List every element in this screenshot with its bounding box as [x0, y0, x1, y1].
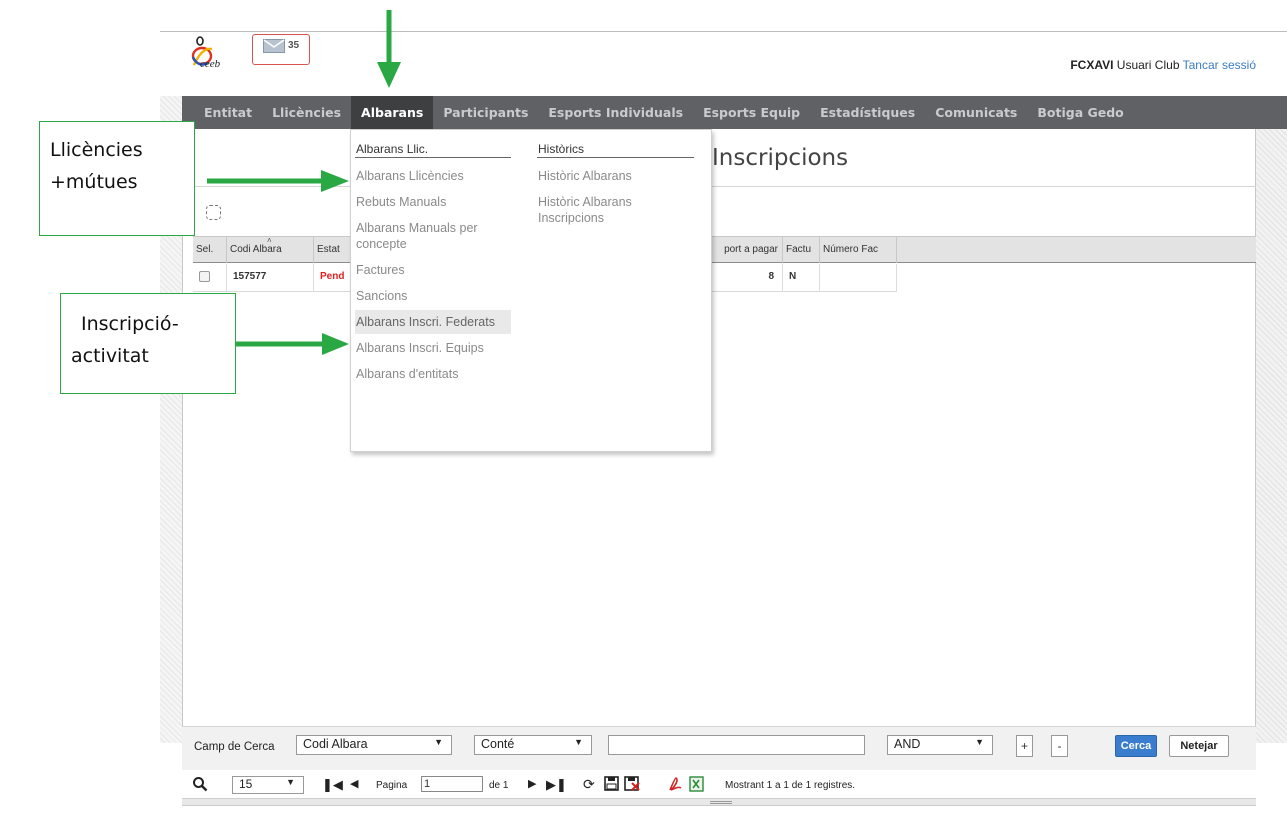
user-role: Usuari Club	[1116, 58, 1180, 72]
pager-bar	[182, 770, 1256, 799]
last-page-icon[interactable]: ▶❚	[546, 777, 567, 793]
page-title: Inscripcions	[712, 145, 849, 171]
annotation-text: Inscripció-	[81, 313, 179, 335]
prev-page-icon[interactable]: ◀	[350, 777, 358, 790]
nav-albarans[interactable]: Albarans	[351, 96, 434, 129]
clear-button[interactable]: Netejar	[1169, 735, 1229, 757]
mail-count: 35	[287, 40, 300, 51]
dropdown-arrow-icon: ▼	[286, 777, 295, 787]
logo-text: ceeb	[200, 58, 221, 70]
menu-rebuts-manuals[interactable]: Rebuts Manuals	[355, 190, 511, 214]
dropdown-header-albarans-llic: Albarans Llic.	[355, 142, 511, 158]
search-logic-value: AND	[894, 737, 921, 751]
menu-factures[interactable]: Factures	[355, 258, 511, 282]
cell-factura: N	[783, 264, 820, 292]
annotation-arrow-right	[207, 170, 349, 192]
nav-esports-individuals[interactable]: Esports Individuals	[538, 96, 693, 129]
menu-albarans-llicencies[interactable]: Albarans Llicències	[355, 164, 511, 188]
page-number-input[interactable]: 1	[421, 776, 483, 792]
ceeb-logo[interactable]: ceeb	[188, 35, 228, 75]
search-field-label: Camp de Cerca	[194, 741, 275, 753]
annotation-text: activitat	[71, 345, 149, 367]
cell-estat: Pend	[314, 264, 354, 292]
next-page-icon[interactable]: ▶	[528, 777, 536, 790]
sort-up-icon: ˄	[267, 237, 272, 245]
col-codi-albara-label: Codi Albara	[230, 244, 282, 255]
cell-codi: 157577	[227, 264, 314, 292]
annotation-arrow-down	[377, 10, 401, 88]
dropdown-col-historics: Històrics Històric Albarans Històric Alb…	[537, 142, 694, 230]
search-text-input[interactable]	[608, 735, 865, 755]
nav-comunicats[interactable]: Comunicats	[925, 96, 1027, 129]
dropdown-arrow-icon: ▼	[434, 737, 443, 747]
col-factura[interactable]: Factu	[783, 237, 820, 263]
menu-sancions[interactable]: Sancions	[355, 284, 511, 308]
nav-esports-equip[interactable]: Esports Equip	[693, 96, 810, 129]
main-nav: Entitat Llicències Albarans Participants…	[182, 96, 1287, 129]
albarans-dropdown-menu: Albarans Llic. Albarans Llicències Rebut…	[350, 129, 712, 452]
menu-albarans-inscri-federats[interactable]: Albarans Inscri. Federats	[355, 310, 511, 334]
page-size-value: 15	[239, 777, 253, 791]
dropdown-header-historics: Històrics	[537, 142, 694, 158]
nav-botiga-gedo[interactable]: Botiga Gedo	[1027, 96, 1133, 129]
dropdown-col-albarans: Albarans Llic. Albarans Llicències Rebut…	[355, 142, 511, 386]
annotation-box-inscripcio: Inscripció- activitat	[60, 293, 236, 394]
excel-export-icon[interactable]	[689, 776, 704, 792]
nav-entitat[interactable]: Entitat	[194, 96, 262, 129]
add-condition-button[interactable]: +	[1016, 735, 1033, 757]
search-icon[interactable]	[192, 776, 208, 792]
envelope-icon	[262, 39, 285, 53]
annotation-arrow-right	[236, 333, 349, 355]
search-logic-select[interactable]: AND ▼	[887, 735, 993, 755]
menu-historic-albarans-inscripcions[interactable]: Històric Albarans Inscripcions	[537, 190, 667, 230]
page-size-select[interactable]: 15 ▼	[232, 776, 304, 794]
col-sel[interactable]: Sel.	[193, 237, 227, 263]
search-operator-select[interactable]: Conté ▼	[474, 735, 592, 755]
menu-albarans-entitats[interactable]: Albarans d'entitats	[355, 362, 511, 386]
pdf-export-icon[interactable]	[668, 776, 683, 792]
nav-participants[interactable]: Participants	[433, 96, 538, 129]
menu-historic-albarans[interactable]: Històric Albarans	[537, 164, 694, 188]
mail-notification-button[interactable]: 35	[252, 34, 310, 65]
main-panel	[182, 129, 1256, 726]
col-estat[interactable]: Estat	[314, 237, 354, 263]
save-delete-icon[interactable]	[624, 776, 640, 791]
cell-numero	[820, 264, 897, 292]
col-codi-albara[interactable]: Codi Albara ˄	[227, 237, 314, 263]
user-info: FCXAVI Usuari Club Tancar sessió	[1070, 58, 1256, 72]
search-operator-value: Conté	[481, 737, 515, 751]
resize-handle[interactable]	[710, 801, 732, 804]
search-button[interactable]: Cerca	[1115, 735, 1157, 757]
dropdown-arrow-icon: ▼	[574, 737, 583, 747]
search-field-select[interactable]: Codi Albara ▼	[296, 735, 452, 755]
menu-albarans-inscri-equips[interactable]: Albarans Inscri. Equips	[355, 336, 511, 360]
row-select-cell	[193, 264, 227, 292]
annotation-text: Llicències	[50, 139, 143, 161]
cell-import: 8	[711, 264, 783, 292]
records-info: Mostrant 1 a 1 de 1 registres.	[725, 780, 856, 791]
refresh-icon[interactable]: ⟳	[583, 776, 595, 793]
menu-albarans-manuals-concepte[interactable]: Albarans Manuals per concepte	[355, 216, 511, 256]
dropdown-arrow-icon: ▼	[975, 737, 984, 747]
logout-link[interactable]: Tancar sessió	[1183, 58, 1256, 72]
annotation-text: +mútues	[50, 171, 138, 193]
select-all-toggle[interactable]	[206, 205, 221, 220]
page-label: Pagina	[376, 780, 408, 791]
col-import[interactable]: port a pagar	[711, 237, 783, 263]
page-total: de 1	[489, 780, 509, 791]
nav-estadistiques[interactable]: Estadístiques	[810, 96, 925, 129]
user-code: FCXAVI	[1070, 58, 1114, 72]
annotation-box-llicencies: Llicències +mútues	[39, 121, 195, 236]
top-divider	[160, 31, 1287, 32]
nav-llicencies[interactable]: Llicències	[262, 96, 351, 129]
right-margin-pattern	[1256, 129, 1287, 743]
col-numero-factura[interactable]: Número Fac	[820, 237, 897, 263]
save-icon[interactable]	[604, 776, 619, 791]
first-page-icon[interactable]: ❚◀	[322, 777, 343, 793]
search-field-value: Codi Albara	[303, 737, 368, 751]
row-checkbox[interactable]	[199, 270, 210, 282]
remove-condition-button[interactable]: -	[1051, 735, 1068, 757]
